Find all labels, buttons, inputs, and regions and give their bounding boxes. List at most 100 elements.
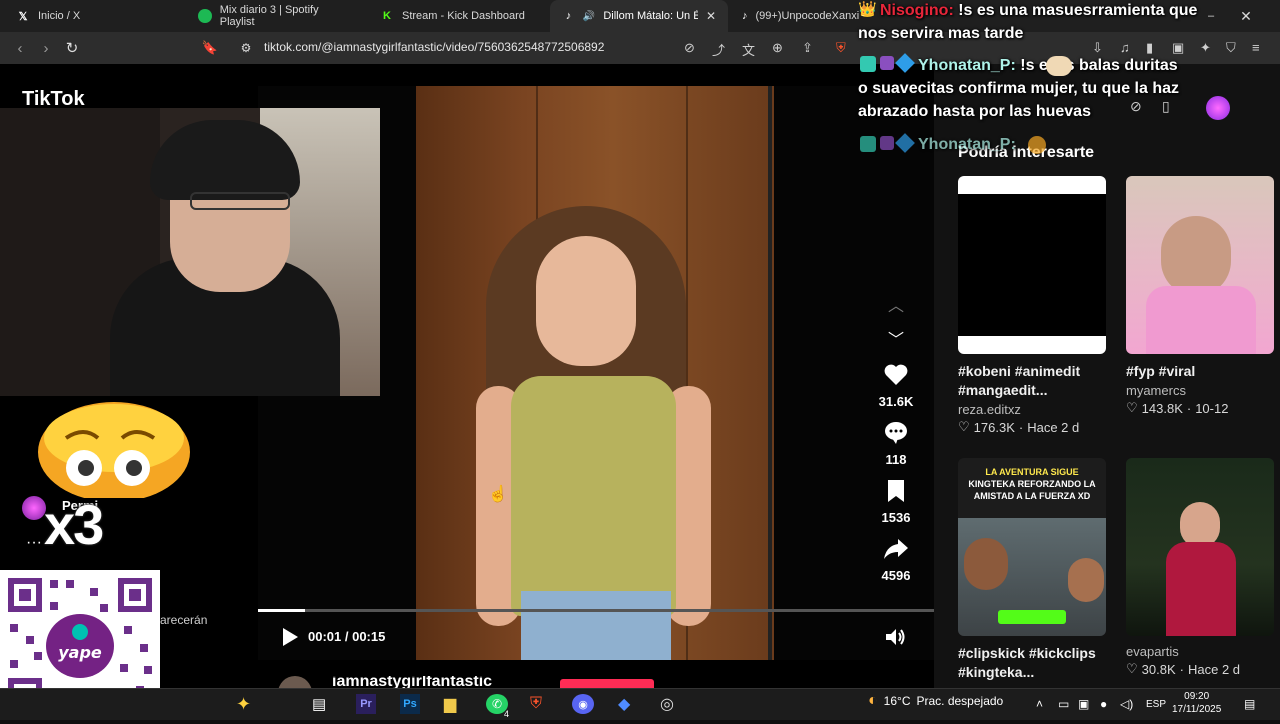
profile-avatar[interactable] bbox=[1206, 96, 1230, 120]
tray-icon[interactable]: ▣ bbox=[1078, 694, 1089, 714]
heart-icon bbox=[884, 364, 908, 385]
tab-x[interactable]: 𝕏 Inicio / X bbox=[4, 0, 184, 32]
comment-icon bbox=[885, 422, 907, 444]
video-time: 00:01 / 00:15 bbox=[308, 629, 386, 644]
yape-label: yape bbox=[58, 643, 102, 662]
bookmark-icon bbox=[888, 480, 904, 502]
chat-username: Nisogino: bbox=[880, 2, 954, 19]
share-button[interactable]: 4596 bbox=[868, 536, 924, 583]
chevron-down-icon[interactable]: ﹀ bbox=[886, 326, 906, 349]
explore-icon[interactable]: ⊘ bbox=[1130, 98, 1142, 115]
forward-icon[interactable]: › bbox=[36, 38, 56, 58]
video-thumbnail[interactable] bbox=[958, 176, 1106, 354]
chat-message: abrazado hasta por las huevas bbox=[858, 100, 1091, 123]
discord-icon[interactable]: ◉ bbox=[572, 694, 594, 714]
language-label[interactable]: ESP bbox=[1146, 694, 1166, 714]
chat-message: o suavecitas confirma mujer, tu que la h… bbox=[858, 77, 1179, 100]
premiere-icon[interactable]: Pr bbox=[356, 694, 376, 714]
whatsapp-badge: 4 bbox=[504, 709, 510, 719]
reload-icon[interactable]: ↻ bbox=[62, 38, 82, 58]
like-button[interactable]: 31.6K bbox=[868, 362, 924, 409]
chat-text: o suavecitas confirma mujer, tu que la h… bbox=[858, 80, 1179, 97]
menu-icon[interactable]: ≡ bbox=[1252, 40, 1260, 55]
photoshop-icon[interactable]: Ps bbox=[400, 694, 420, 714]
comment-count: 118 bbox=[885, 452, 907, 467]
obs-icon[interactable]: ◎ bbox=[660, 694, 674, 714]
progress-track[interactable] bbox=[258, 609, 934, 612]
video-card[interactable]: #fyp #viral myamercs ♡ 143.8K · 10-12 bbox=[1126, 176, 1274, 416]
open-external-icon[interactable]: ⤴ bbox=[712, 40, 725, 59]
clock[interactable]: 09:20 17/11/2025 bbox=[1172, 690, 1221, 716]
thumb-line: AMISTAD A LA FUERZA XD bbox=[973, 491, 1091, 501]
notification-icon[interactable]: ▤ bbox=[1244, 694, 1255, 714]
card-author[interactable]: myamercs bbox=[1126, 383, 1274, 398]
file-explorer-icon[interactable]: ▆ bbox=[444, 694, 456, 714]
weather-icon: ◐ bbox=[868, 692, 878, 709]
save-count: 1536 bbox=[881, 510, 911, 525]
author-avatar[interactable] bbox=[278, 676, 312, 688]
tab-tiktok-active[interactable]: ♪ 🔊 Dillom Mátalo: Un Éx ✕ bbox=[550, 0, 728, 32]
card-title[interactable]: #fyp #viral bbox=[1126, 362, 1274, 381]
close-tab-icon[interactable]: ✕ bbox=[706, 9, 716, 23]
user-avatar bbox=[22, 496, 46, 520]
tab-title: Inicio / X bbox=[38, 10, 81, 22]
speaker-icon[interactable]: ◁) bbox=[1120, 694, 1133, 714]
tab-spotify[interactable]: Mix diario 3 | Spotify Playlist bbox=[186, 0, 366, 32]
copilot-icon[interactable]: ✦ bbox=[236, 694, 251, 714]
device-icon[interactable]: ▯ bbox=[1162, 98, 1170, 115]
more-icon[interactable]: ··· bbox=[26, 534, 42, 552]
author-strip: iamnastygirlfantastic bbox=[258, 676, 934, 688]
task-view-icon[interactable]: ▤ bbox=[312, 694, 326, 714]
video-card[interactable]: LA AVENTURA SIGUE KINGTEKA REFORZANDO LA… bbox=[958, 458, 1106, 682]
leo-icon[interactable]: ✦ bbox=[1200, 40, 1211, 56]
card-author[interactable]: evapartis bbox=[1126, 644, 1274, 659]
weather-widget[interactable]: ◐ 16°C Prac. despejado bbox=[868, 692, 1003, 710]
app-icon[interactable]: ◆ bbox=[618, 694, 630, 714]
badge-icon bbox=[860, 56, 876, 72]
card-date: Hace 2 d bbox=[1027, 419, 1080, 435]
site-settings-icon[interactable]: ⚙ bbox=[236, 38, 256, 58]
vpn-icon[interactable]: ⛉ bbox=[1226, 40, 1236, 56]
tray-icon[interactable]: ▭ bbox=[1058, 694, 1069, 714]
tab-kick[interactable]: K Stream - Kick Dashboard bbox=[368, 0, 548, 32]
badge-icon bbox=[880, 56, 894, 70]
card-title[interactable]: #kobeni #animedit #mangaedit... bbox=[958, 362, 1106, 400]
music-icon[interactable]: ♫ bbox=[1120, 40, 1130, 55]
minimize-icon[interactable]: – bbox=[1208, 10, 1214, 22]
play-icon[interactable] bbox=[280, 627, 300, 647]
translate-icon[interactable]: 文 bbox=[742, 40, 755, 59]
brave-shield-icon[interactable]: ⛨ bbox=[836, 40, 846, 56]
brave-icon[interactable]: ⛨ bbox=[530, 694, 542, 714]
microphone-icon[interactable]: ● bbox=[1100, 694, 1107, 714]
card-date: 10-12 bbox=[1195, 400, 1229, 416]
zoom-icon[interactable]: ⊕ bbox=[772, 40, 783, 56]
close-window-icon[interactable]: ✕ bbox=[1240, 8, 1252, 25]
chevron-up-icon[interactable]: ˄ bbox=[1036, 694, 1043, 714]
video-frame[interactable] bbox=[416, 86, 774, 660]
video-thumbnail[interactable] bbox=[1126, 458, 1274, 636]
url-input[interactable]: tiktok.com/@iamnastygirlfantastic/video/… bbox=[264, 40, 604, 54]
clock-date: 17/11/2025 bbox=[1172, 704, 1222, 715]
like-count: 31.6K bbox=[878, 394, 914, 409]
chat-message: Nisogino: !s es una masuesrramienta que bbox=[880, 0, 1197, 22]
video-thumbnail[interactable]: LA AVENTURA SIGUE KINGTEKA REFORZANDO LA… bbox=[958, 458, 1106, 636]
bookmark-icon[interactable]: 🔖 bbox=[200, 38, 220, 58]
tracking-icon[interactable]: ⊘ bbox=[684, 40, 695, 56]
volume-icon[interactable] bbox=[884, 627, 906, 647]
webcam-overlay bbox=[0, 108, 380, 396]
tab-tiktok-2[interactable]: ♪ (99+)UnpocodeXanxi bbox=[730, 0, 860, 32]
comment-button[interactable]: 118 bbox=[868, 420, 924, 467]
tab-title: Stream - Kick Dashboard bbox=[402, 10, 525, 22]
follow-button[interactable] bbox=[560, 679, 654, 688]
video-card[interactable]: evapartis ♡ 30.8K · Hace 2 d bbox=[1126, 458, 1274, 677]
save-button[interactable]: 1536 bbox=[868, 478, 924, 525]
video-thumbnail[interactable] bbox=[1126, 176, 1274, 354]
share-icon[interactable]: ⇪ bbox=[802, 40, 813, 56]
video-card[interactable]: #kobeni #animedit #mangaedit... reza.edi… bbox=[958, 176, 1106, 435]
author-name[interactable]: iamnastygirlfantastic bbox=[332, 676, 492, 688]
back-icon[interactable]: ‹ bbox=[10, 38, 30, 58]
spotify-icon bbox=[198, 9, 212, 23]
card-author[interactable]: reza.editxz bbox=[958, 402, 1106, 417]
chevron-up-icon[interactable]: ︿ bbox=[886, 292, 906, 315]
card-title[interactable]: #clipskick #kickclips #kingteka... bbox=[958, 644, 1106, 682]
